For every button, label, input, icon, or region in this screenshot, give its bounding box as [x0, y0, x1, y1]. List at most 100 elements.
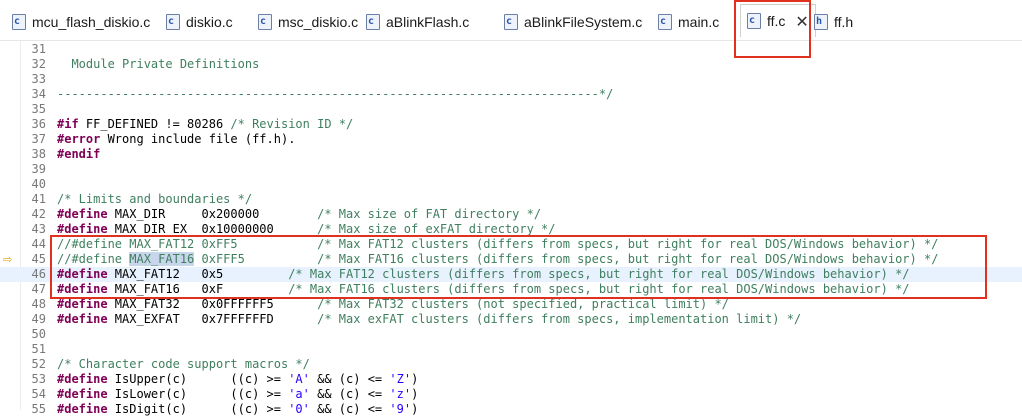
code-line[interactable]: 35: [0, 102, 1022, 117]
tab-ff-c[interactable]: c ff.c ✕: [740, 4, 816, 37]
code-line[interactable]: 33: [0, 72, 1022, 87]
code-token: #define: [57, 282, 108, 296]
code-token: #define: [57, 207, 108, 221]
line-number: 54: [31, 387, 46, 401]
code-text: //#define MAX_FAT16 0xFFF5 /* Max FAT16 …: [57, 252, 938, 267]
code-text: #define IsLower(c) ((c) >= 'a' && (c) <=…: [57, 387, 418, 402]
code-line[interactable]: 52 /* Character code support macros */: [0, 357, 1022, 372]
close-icon[interactable]: ✕: [795, 12, 808, 31]
code-token: ): [411, 372, 419, 386]
c-file-icon: c: [366, 14, 380, 30]
tab-label: aBlinkFlash.c: [386, 14, 470, 30]
code-line[interactable]: 43 #define MAX_DIR_EX 0x10000000 /* Max s…: [0, 222, 1022, 237]
code-token: /* Max size of exFAT directory */: [317, 222, 556, 236]
code-text: Module Private Definitions: [57, 57, 259, 72]
code-token: '0': [288, 402, 310, 416]
code-token: /* Max exFAT clusters (differs from spec…: [317, 312, 802, 326]
line-number: 50: [31, 327, 46, 341]
code-line[interactable]: 41 /* Limits and boundaries */: [0, 192, 1022, 207]
code-line[interactable]: ⇨ 45 //#define MAX_FAT16 0xFFF5 /* Max FAT…: [0, 252, 1022, 267]
code-text: #define IsUpper(c) ((c) >= 'A' && (c) <=…: [57, 372, 418, 387]
line-number: 47: [31, 282, 46, 296]
code-token: #define: [57, 402, 108, 416]
code-token: /* Max FAT12 clusters (differs from spec…: [288, 267, 910, 281]
code-line[interactable]: 40: [0, 177, 1022, 192]
tab-label: main.c: [678, 14, 720, 30]
code-token: MAX_FAT32 0x0FFFFFF5: [107, 297, 318, 311]
code-line[interactable]: 34 --------------------------------------…: [0, 87, 1022, 102]
tab-ablinkflash[interactable]: c aBlinkFlash.c: [366, 10, 469, 34]
code-token: /* Max FAT16 clusters (differs from spec…: [288, 282, 910, 296]
line-number: 44: [31, 237, 46, 251]
code-text: /* Character code support macros */: [57, 357, 310, 372]
code-token: MAX_EXFAT 0x7FFFFFFD: [107, 312, 318, 326]
code-line[interactable]: 48 #define MAX_FAT32 0x0FFFFFF5 /* Max FA…: [0, 297, 1022, 312]
line-number: 51: [31, 342, 46, 356]
code-line[interactable]: 38 #endif: [0, 147, 1022, 162]
c-file-icon: c: [747, 13, 761, 29]
tab-diskio[interactable]: c diskio.c: [166, 10, 233, 34]
code-token: MAX_DIR_EX 0x10000000: [107, 222, 318, 236]
line-number: 31: [31, 42, 46, 56]
line-number: 45: [31, 252, 46, 266]
line-number: 33: [31, 72, 46, 86]
code-token: '9': [389, 402, 412, 416]
code-line[interactable]: 54 #define IsLower(c) ((c) >= 'a' && (c) …: [0, 387, 1022, 402]
code-line[interactable]: 32 Module Private Definitions: [0, 57, 1022, 72]
code-line[interactable]: 44 //#define MAX_FAT12 0xFF5 /* Max FAT12…: [0, 237, 1022, 252]
code-token: && (c) <=: [309, 387, 390, 401]
code-text: ----------------------------------------…: [57, 87, 613, 102]
code-line[interactable]: 37 #error Wrong include file (ff.h).: [0, 132, 1022, 147]
code-token: #define: [57, 222, 108, 236]
code-text: #define MAX_DIR_EX 0x10000000 /* Max siz…: [57, 222, 556, 237]
code-token: /* Max size of FAT directory */: [317, 207, 542, 221]
code-token: #error: [57, 132, 101, 146]
code-token: ): [411, 387, 419, 401]
code-text: #define MAX_DIR 0x200000 /* Max size of …: [57, 207, 541, 222]
code-text: #define MAX_FAT16 0xF /* Max FAT16 clust…: [57, 282, 910, 297]
code-line[interactable]: 42 #define MAX_DIR 0x200000 /* Max size o…: [0, 207, 1022, 222]
code-token: && (c) <=: [309, 402, 390, 416]
code-line[interactable]: 31: [0, 42, 1022, 57]
line-number: 46: [31, 267, 46, 281]
code-line[interactable]: 49 #define MAX_EXFAT 0x7FFFFFFD /* Max ex…: [0, 312, 1022, 327]
tab-mcu-flash-diskio[interactable]: c mcu_flash_diskio.c: [12, 10, 150, 34]
code-editor[interactable]: 31 32 Module Private Definitions 33 34 -----…: [0, 41, 1022, 416]
code-token: 'z': [389, 387, 412, 401]
tab-main[interactable]: c main.c: [658, 10, 719, 34]
code-line[interactable]: 50: [0, 327, 1022, 342]
code-token: #define: [57, 387, 108, 401]
code-token: //#define MAX_FAT12 0xFF5 /* Max FAT12 c…: [57, 237, 939, 251]
code-token: 'A': [288, 372, 310, 386]
code-line[interactable]: 47 #define MAX_FAT16 0xF /* Max FAT16 clu…: [0, 282, 1022, 297]
line-number: 37: [31, 132, 46, 146]
code-token: MAX_DIR 0x200000: [107, 207, 318, 221]
code-token: IsUpper(c) ((c) >=: [107, 372, 289, 386]
instruction-pointer-icon: ⇨: [3, 253, 13, 266]
tab-ablinkfilesystem[interactable]: c aBlinkFileSystem.c: [504, 10, 642, 34]
line-number: 52: [31, 357, 46, 371]
code-line[interactable]: 46 #define MAX_FAT12 0x5 /* Max FAT12 clu…: [0, 267, 1022, 282]
editor-tab-bar: c mcu_flash_diskio.c c diskio.c c msc_di…: [0, 0, 1022, 41]
code-token: /* Max FAT32 clusters (not specified, pr…: [317, 297, 729, 311]
code-token: #if: [57, 117, 79, 131]
line-number: 35: [31, 102, 46, 116]
code-line[interactable]: 36 #if FF_DEFINED != 80286 /* Revision ID…: [0, 117, 1022, 132]
line-number: 48: [31, 297, 46, 311]
code-text: //#define MAX_FAT12 0xFF5 /* Max FAT12 c…: [57, 237, 938, 252]
tab-ff-h[interactable]: h ff.h: [814, 10, 853, 34]
code-token: #endif: [57, 147, 101, 161]
code-token: //#define: [57, 252, 130, 266]
code-line[interactable]: 51: [0, 342, 1022, 357]
code-token: 'a': [288, 387, 310, 401]
code-token: ): [411, 402, 419, 416]
tab-msc-diskio[interactable]: c msc_diskio.c: [258, 10, 358, 34]
c-file-icon: c: [166, 14, 180, 30]
code-text: #define MAX_EXFAT 0x7FFFFFFD /* Max exFA…: [57, 312, 801, 327]
code-token: /* Limits and boundaries */: [57, 192, 253, 206]
code-token: /* Character code support macros */: [57, 357, 310, 371]
code-line[interactable]: 53 #define IsUpper(c) ((c) >= 'A' && (c) …: [0, 372, 1022, 387]
code-token: Module Private Definitions: [57, 57, 260, 71]
tab-label: mcu_flash_diskio.c: [32, 14, 151, 30]
code-line[interactable]: 39: [0, 162, 1022, 177]
